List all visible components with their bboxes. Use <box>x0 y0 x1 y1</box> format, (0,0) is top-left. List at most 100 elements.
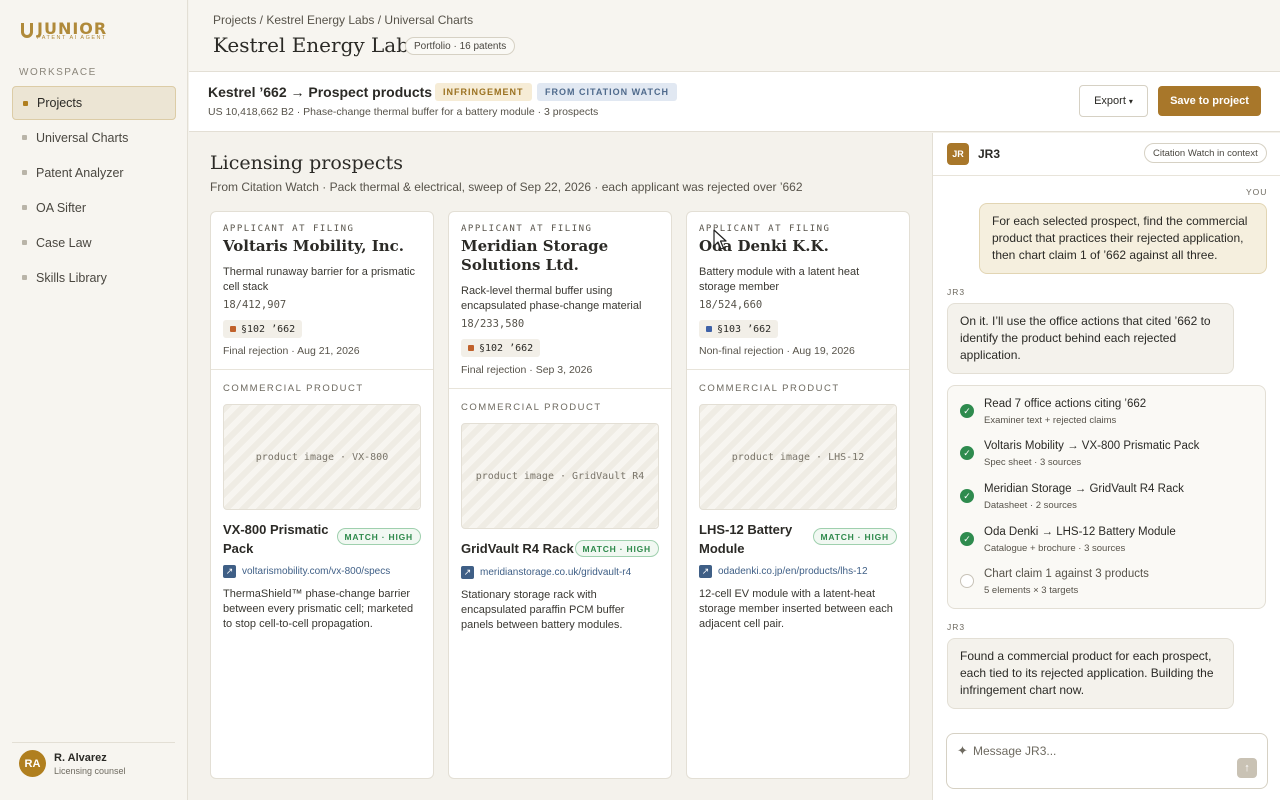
task-title: Read 7 office actions citing ’662 <box>984 398 1147 410</box>
user-name: R. Alvarez <box>54 752 107 764</box>
context-chip[interactable]: Citation Watch in context <box>1144 143 1267 163</box>
chart-title: Kestrel ’662 → Prospect products <box>208 84 433 100</box>
sidebar-item-label: Skills Library <box>36 271 107 285</box>
sidebar-item-label: Projects <box>37 96 83 110</box>
agent-label: JR3 <box>947 287 966 297</box>
citation-label: §102 ’662 <box>241 323 296 335</box>
task-subtitle: Spec sheet · 3 sources <box>984 457 1082 468</box>
agent-message: Found a commercial product for each pros… <box>947 638 1234 709</box>
rejection-status: Final rejection · Aug 21, 2026 <box>223 345 360 357</box>
citation-chip: §102 ’662 <box>223 320 303 338</box>
card-divider <box>211 369 433 370</box>
citation-watch-tag: FROM CITATION WATCH <box>537 83 677 101</box>
brand-logo[interactable]: JUNIOR PATENT AI AGENT <box>19 18 139 48</box>
sidebar-nav: Projects Universal Charts Patent Analyze… <box>12 86 176 296</box>
sidebar-item-skills-library[interactable]: Skills Library <box>12 261 176 295</box>
prospect-card[interactable]: APPLICANT AT FILING Meridian Storage Sol… <box>448 211 672 779</box>
application-number: 18/524,660 <box>699 299 763 311</box>
rejection-status: Final rejection · Sep 3, 2026 <box>461 364 593 376</box>
product-image: product image · LHS-12 <box>699 404 897 510</box>
caret-down-icon: ▾ <box>1128 96 1133 106</box>
page-header: Projects / Kestrel Energy Labs / Univers… <box>189 0 1280 72</box>
sidebar-item-label: OA Sifter <box>36 201 87 215</box>
applicant-name: Voltaris Mobility, Inc. <box>223 237 405 255</box>
product-link[interactable]: ↗ odadenki.co.jp/en/products/lhs-12 <box>699 565 897 578</box>
arrow-up-icon: ↑ <box>1244 762 1250 774</box>
match-badge: MATCH · HIGH <box>336 528 421 545</box>
user-avatar[interactable]: RA <box>19 750 46 777</box>
applicant-name: Meridian Storage Solutions Ltd. <box>461 237 609 274</box>
sidebar-item-label: Case Law <box>36 236 92 250</box>
match-badge: MATCH · HIGH <box>812 528 897 545</box>
product-kicker: COMMERCIAL PRODUCT <box>461 402 602 413</box>
product-kicker: COMMERCIAL PRODUCT <box>699 383 840 394</box>
product-description: Stationary storage rack with encapsulate… <box>461 589 625 631</box>
bullet-icon <box>22 275 27 280</box>
agent-name: JR3 <box>978 147 1001 161</box>
product-link[interactable]: ↗ meridianstorage.co.uk/gridvault-r4 <box>461 566 659 579</box>
external-link-icon: ↗ <box>461 566 474 579</box>
sidebar-item-label: Universal Charts <box>36 131 129 145</box>
sidebar-item-case-law[interactable]: Case Law <box>12 226 176 260</box>
chart-meta: US 10,418,662 B2 · Phase-change thermal … <box>208 106 599 118</box>
bullet-icon <box>22 170 27 175</box>
sidebar-item-projects[interactable]: Projects <box>12 86 176 120</box>
square-icon <box>706 326 712 332</box>
citation-chip: §103 ’662 <box>699 320 779 338</box>
page-title: Kestrel Energy Labs <box>213 33 420 57</box>
message-input[interactable]: ✦ Message JR3... ↑ <box>946 733 1268 789</box>
prospect-card[interactable]: APPLICANT AT FILING Oda Denki K.K. Batte… <box>686 211 910 779</box>
external-link-icon: ↗ <box>223 565 236 578</box>
export-button[interactable]: Export ▾ <box>1079 85 1148 117</box>
user-role: Licensing counsel <box>54 766 126 776</box>
you-label: YOU <box>1246 187 1268 197</box>
agent-avatar: JR <box>947 143 969 165</box>
product-kicker: COMMERCIAL PRODUCT <box>223 383 364 394</box>
check-icon: ✓ <box>960 489 974 503</box>
product-link[interactable]: ↗ voltarismobility.com/vx-800/specs <box>223 565 421 578</box>
product-description: ThermaShield™ phase-change barrier betwe… <box>223 588 414 630</box>
portfolio-badge: Portfolio · 16 patents <box>405 37 516 55</box>
task-subtitle: 5 elements × 3 targets <box>984 585 1079 596</box>
sidebar-divider <box>12 742 175 743</box>
brand-tagline: PATENT AI AGENT <box>37 35 107 41</box>
product-image: product image · GridVault R4 <box>461 423 659 529</box>
task-title: Voltaris Mobility → VX-800 Prismatic Pac… <box>984 440 1200 452</box>
product-link-label: meridianstorage.co.uk/gridvault-r4 <box>480 567 632 578</box>
task-list: ✓ Read 7 office actions citing ’662 Examin… <box>947 385 1266 609</box>
bullet-icon <box>22 135 27 140</box>
assistant-header: JR JR3 Citation Watch in context <box>933 133 1280 176</box>
product-image: product image · VX-800 <box>223 404 421 510</box>
task-subtitle: Catalogue + brochure · 3 sources <box>984 543 1126 554</box>
sidebar-item-oa-sifter[interactable]: OA Sifter <box>12 191 176 225</box>
send-button[interactable]: ↑ <box>1237 758 1257 778</box>
bullet-icon <box>22 205 27 210</box>
square-icon <box>230 326 236 332</box>
sidebar-item-universal-charts[interactable]: Universal Charts <box>12 121 176 155</box>
breadcrumb[interactable]: Projects / Kestrel Energy Labs / Univers… <box>213 13 473 27</box>
product-name: LHS-12 Battery Module <box>699 522 793 556</box>
task-title: Meridian Storage → GridVault R4 Rack <box>984 483 1184 495</box>
mouse-pointer-icon <box>713 229 727 250</box>
save-to-project-button[interactable]: Save to project <box>1158 86 1261 116</box>
application-number: 18/233,580 <box>461 318 525 330</box>
product-link-label: odadenki.co.jp/en/products/lhs-12 <box>718 566 868 577</box>
task-subtitle: Datasheet · 2 sources <box>984 500 1077 511</box>
applicant-kicker: APPLICANT AT FILING <box>223 224 355 234</box>
sidebar-item-patent-analyzer[interactable]: Patent Analyzer <box>12 156 176 190</box>
user-message: For each selected prospect, find the com… <box>979 203 1267 274</box>
workspace-label: WORKSPACE <box>19 67 97 78</box>
assistant-panel: JR JR3 Citation Watch in context YOU For… <box>932 133 1280 800</box>
message-placeholder: Message JR3... <box>973 744 1057 758</box>
bullet-icon <box>23 101 28 106</box>
product-link-label: voltarismobility.com/vx-800/specs <box>242 566 391 577</box>
agent-label: JR3 <box>947 622 966 632</box>
citation-chip: §102 ’662 <box>461 339 541 357</box>
sparkle-icon: ✦ <box>957 743 968 758</box>
prospect-card[interactable]: APPLICANT AT FILING Voltaris Mobility, I… <box>210 211 434 779</box>
match-badge: MATCH · HIGH <box>574 540 659 557</box>
application-title: Rack-level thermal buffer using encapsul… <box>461 285 642 312</box>
task-title: Oda Denki → LHS-12 Battery Module <box>984 526 1176 538</box>
external-link-icon: ↗ <box>699 565 712 578</box>
section-subtitle: From Citation Watch · Pack thermal & ele… <box>210 180 803 194</box>
